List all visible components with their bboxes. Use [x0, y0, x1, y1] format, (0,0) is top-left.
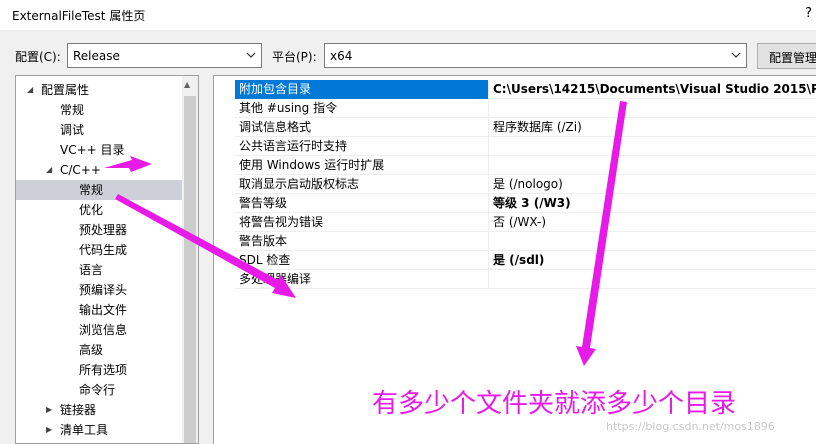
arrow-icon: [104, 156, 152, 172]
annotation-text: 有多少个文件夹就添多少个目录: [372, 389, 737, 419]
arrow-icon: [115, 194, 296, 298]
arrow-icon: [576, 101, 627, 366]
annotation-arrows: [104, 101, 627, 366]
watermark: https://blog.csdn.net/mos1896: [606, 420, 775, 433]
